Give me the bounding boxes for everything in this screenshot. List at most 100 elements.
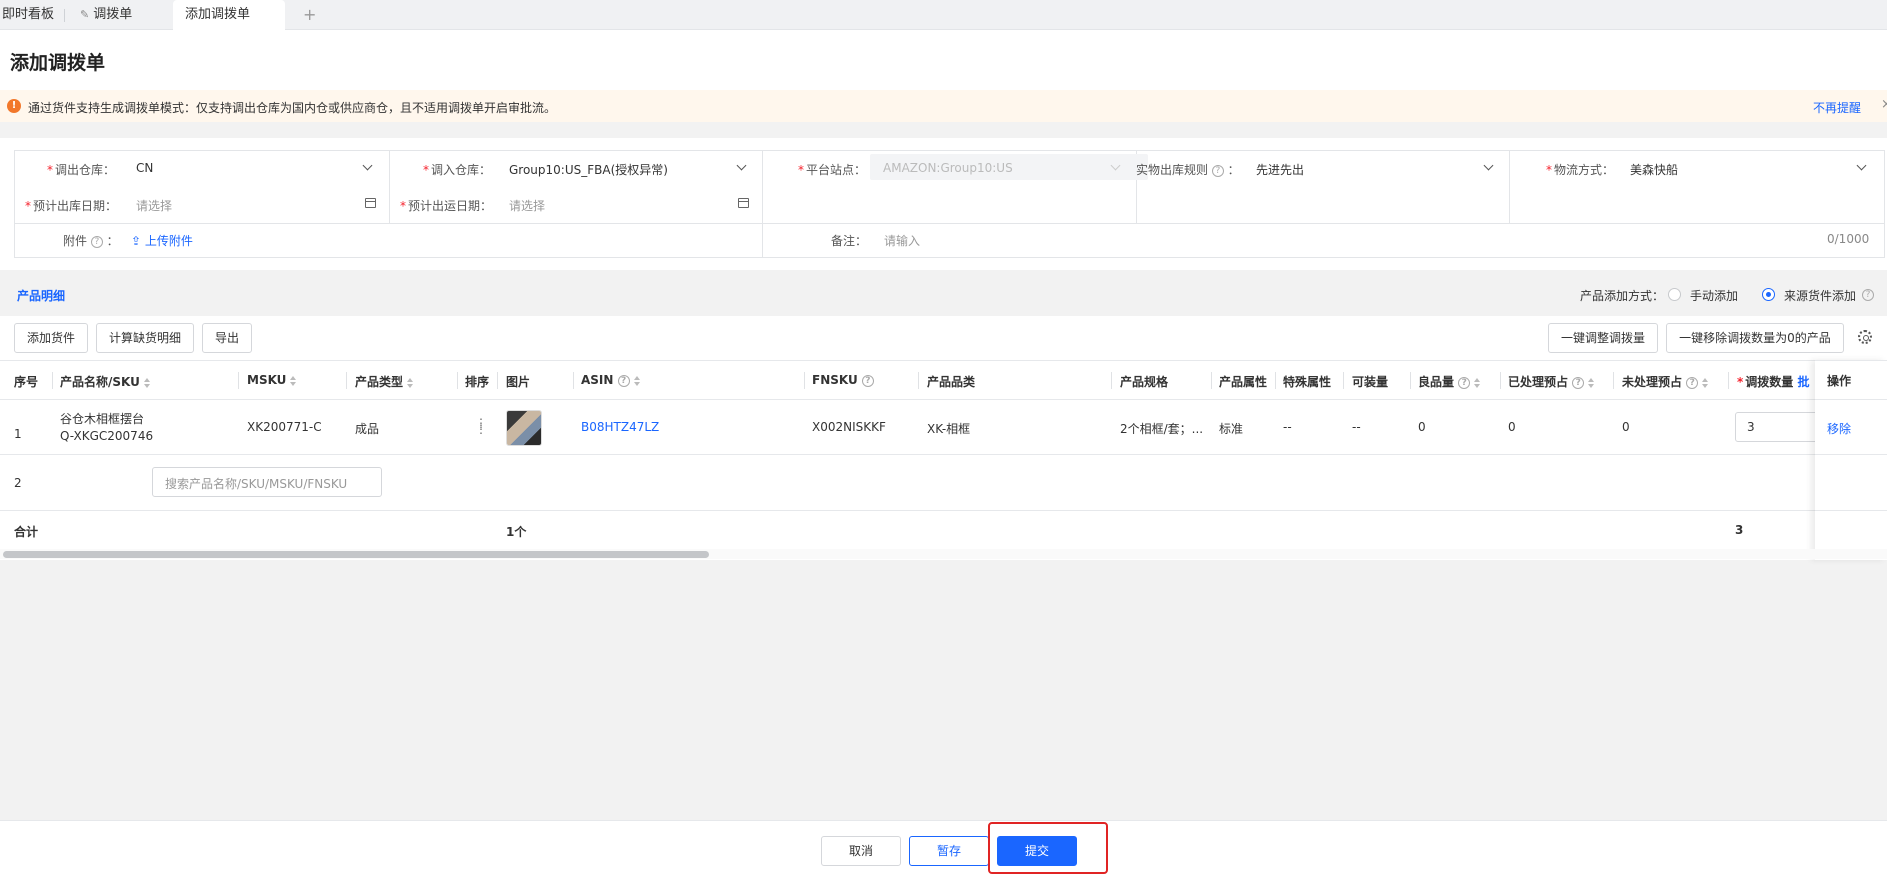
chevron-down-icon[interactable] <box>362 160 373 171</box>
est-ship-date-picker[interactable]: 请选择 <box>509 197 545 214</box>
sort-icon <box>143 377 150 388</box>
scrollbar-thumb[interactable] <box>3 551 709 558</box>
logistics-label: * 物流方式： <box>1546 163 1615 177</box>
tab-transfer-orders[interactable]: ✎ 调拨单 <box>80 0 132 30</box>
close-icon[interactable]: × <box>1881 97 1887 112</box>
submit-highlight-box <box>988 822 1108 874</box>
add-shipment-button[interactable]: 添加货件 <box>14 323 88 353</box>
divider <box>238 372 239 389</box>
col-spec: 产品规格 <box>1120 375 1169 389</box>
remark-input[interactable]: 请输入 <box>884 232 920 249</box>
help-icon[interactable]: ? <box>1862 287 1874 301</box>
chevron-down-icon[interactable] <box>1856 160 1867 171</box>
col-asin[interactable]: ASIN ? <box>581 373 640 387</box>
radio-manual-add[interactable] <box>1668 288 1681 301</box>
col-processed[interactable]: 已处理预占 ? <box>1508 373 1595 390</box>
divider <box>1111 372 1112 389</box>
product-spec: 2个相框/套；... <box>1120 422 1204 436</box>
product-attr: 标准 <box>1219 422 1244 436</box>
col-unprocessed[interactable]: 未处理预占 ? <box>1622 373 1709 390</box>
info-alert: ! 通过货件支持生成调拨单模式：仅支持调出仓库为国内仓或供应商仓，且不适用调拨单… <box>0 90 1887 122</box>
row-divider <box>0 510 1887 511</box>
divider <box>1500 372 1501 389</box>
product-search-placeholder: 搜索产品名称/SKU/MSKU/FNSKU <box>165 477 348 491</box>
row-index: 2 <box>14 476 22 490</box>
cancel-button[interactable]: 取消 <box>821 836 901 866</box>
remove-link[interactable]: 移除 <box>1827 420 1851 437</box>
col-msku[interactable]: MSKU <box>247 373 297 387</box>
logistics-select[interactable]: 美森快船 <box>1630 161 1678 178</box>
divider <box>457 372 458 389</box>
footer-bar: 取消 暂存 提交 <box>0 820 1887 877</box>
divider <box>1343 372 1344 389</box>
tab-divider <box>64 9 65 22</box>
divider <box>1613 372 1614 389</box>
attachment-label: 附件 ? ： <box>63 234 119 248</box>
col-good-qty[interactable]: 良品量 ? <box>1418 373 1481 390</box>
est-ship-date-label: * 预计出运日期： <box>400 199 493 213</box>
est-out-date-picker[interactable]: 请选择 <box>136 197 172 214</box>
batch-link[interactable]: 批 <box>1797 375 1809 389</box>
help-icon: ? <box>861 374 874 387</box>
help-icon[interactable]: ? <box>90 235 103 248</box>
help-icon: ? <box>617 374 630 387</box>
col-category: 产品品类 <box>927 375 976 389</box>
out-warehouse-label: * 调出仓库： <box>47 163 116 177</box>
product-sku: Q-XKGC200746 <box>60 429 154 443</box>
col-name-sku[interactable]: 产品名称/SKU <box>60 373 150 390</box>
sort-icon <box>407 377 414 388</box>
radio-manual-label[interactable]: 手动添加 <box>1690 287 1738 304</box>
in-warehouse-select[interactable]: Group10:US_FBA(授权异常) <box>509 161 668 178</box>
export-button[interactable]: 导出 <box>202 323 252 353</box>
platform-site-label: * 平台站点： <box>798 163 867 177</box>
row-divider <box>1815 454 1887 455</box>
section-title: 产品明细 <box>17 289 66 303</box>
total-label: 合计 <box>14 525 39 539</box>
calendar-icon[interactable] <box>365 198 376 208</box>
product-name: 谷仓木相框摆台 <box>60 412 145 426</box>
total-qty: 3 <box>1735 523 1744 537</box>
calc-shortage-button[interactable]: 计算缺货明细 <box>96 323 194 353</box>
product-image[interactable] <box>506 410 542 446</box>
divider <box>1275 372 1276 389</box>
good-qty: 0 <box>1418 420 1426 434</box>
divider <box>15 223 1884 224</box>
divider <box>804 372 805 389</box>
drag-handle-icon[interactable]: ⋮ ⋮ <box>475 417 487 435</box>
add-mode-label: 产品添加方式： <box>1580 289 1665 303</box>
radio-shipment-label[interactable]: 来源货件添加 <box>1784 287 1856 304</box>
divider <box>52 372 53 389</box>
product-special: -- <box>1283 420 1292 434</box>
row-divider <box>0 454 1887 455</box>
page-header: 添加调拨单 <box>0 30 1887 90</box>
divider <box>762 151 763 258</box>
calendar-icon[interactable] <box>738 198 749 208</box>
upload-attachment-button[interactable]: ⇪ 上传附件 <box>131 232 193 249</box>
save-draft-button[interactable]: 暂存 <box>909 836 989 866</box>
remove-zero-button[interactable]: 一键移除调拨数量为0的产品 <box>1666 323 1844 353</box>
chevron-down-icon[interactable] <box>1483 160 1494 171</box>
product-toolbar: 添加货件 计算缺货明细 导出 一键调整调拨量 一键移除调拨数量为0的产品 <box>0 316 1887 360</box>
divider <box>1728 372 1729 389</box>
product-category: XK-相框 <box>927 422 971 436</box>
add-tab-icon[interactable]: + <box>303 0 316 30</box>
out-warehouse-select[interactable]: CN <box>136 161 153 175</box>
tab-add-transfer-order[interactable]: 添加调拨单 <box>173 0 285 30</box>
chevron-down-icon[interactable] <box>736 160 747 171</box>
help-icon[interactable]: ? <box>1211 164 1224 177</box>
alert-text: 通过货件支持生成调拨单模式：仅支持调出仓库为国内仓或供应商仓，且不适用调拨单开启… <box>28 101 557 115</box>
table-header: 序号 产品名称/SKU MSKU 产品类型 排序 图片 ASIN ? FNSKU… <box>0 360 1887 400</box>
sort-icon <box>1702 377 1709 388</box>
dismiss-link[interactable]: 不再提醒 <box>1813 99 1861 116</box>
radio-shipment-add[interactable] <box>1762 288 1775 301</box>
gear-icon[interactable] <box>1858 330 1872 344</box>
col-image: 图片 <box>506 375 531 389</box>
col-index: 序号 <box>14 375 39 389</box>
asin-link[interactable]: B08HTZ47LZ <box>581 420 659 434</box>
outbound-rule-select[interactable]: 先进先出 <box>1256 161 1304 178</box>
col-order: 排序 <box>465 375 490 389</box>
col-type[interactable]: 产品类型 <box>355 373 414 390</box>
adjust-qty-button[interactable]: 一键调整调拨量 <box>1548 323 1658 353</box>
tab-dashboard[interactable]: 即时看板 <box>2 0 54 30</box>
action-column: 操作 移除 <box>1815 360 1887 560</box>
